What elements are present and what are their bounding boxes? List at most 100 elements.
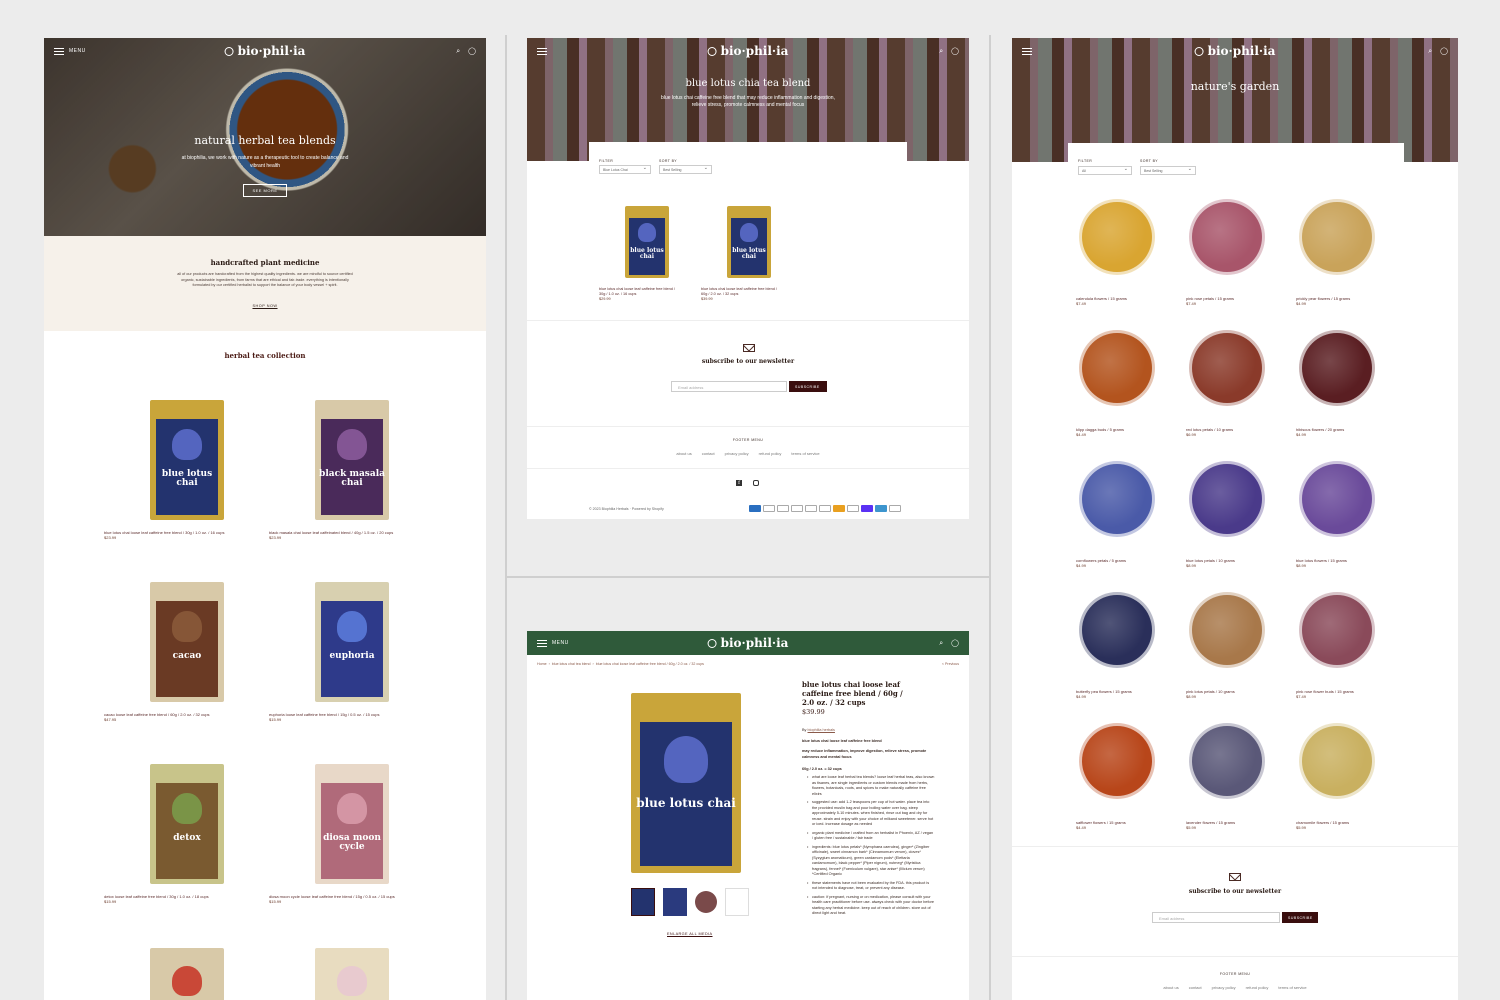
product-image[interactable] — [150, 948, 224, 1000]
site-logo[interactable]: bio·phil·ia — [707, 636, 788, 650]
enlarge-media-button[interactable]: ENLARGE ALL MEDIA — [667, 932, 713, 936]
product-card[interactable]: euphoria loose leaf caffeine free blend … — [269, 712, 379, 722]
herb-image[interactable] — [1192, 202, 1262, 272]
cart-icon[interactable]: ◯ — [951, 47, 959, 56]
footer-link[interactable]: contact — [1189, 985, 1202, 990]
menu-label[interactable]: MENU — [69, 48, 86, 54]
product-card[interactable]: red lotus petals / 10 grams $6.99 — [1186, 427, 1233, 437]
footer-link[interactable]: refund policy — [1246, 985, 1269, 990]
footer-link[interactable]: privacy policy — [725, 451, 749, 456]
vendor-link[interactable]: biophilia herbals — [808, 728, 835, 732]
herb-image[interactable] — [1082, 202, 1152, 272]
breadcrumb-home[interactable]: Home — [537, 662, 547, 666]
shop-now-button[interactable]: SHOP NOW — [44, 304, 486, 308]
footer-link[interactable]: about us — [676, 451, 691, 456]
see-more-button[interactable]: SEE MORE — [243, 184, 287, 197]
product-card[interactable]: detox loose leaf caffeine free blend / 3… — [104, 894, 209, 904]
search-icon[interactable]: ⌕ — [456, 47, 460, 56]
footer-link[interactable]: contact — [702, 451, 715, 456]
filter-select[interactable]: All — [1078, 166, 1132, 175]
product-card[interactable]: butterfly pea flowers / 15 grams $4.99 — [1076, 689, 1132, 699]
cart-icon[interactable]: ◯ — [468, 47, 476, 56]
herb-image[interactable] — [1082, 333, 1152, 403]
product-card[interactable]: cacao loose leaf caffeine free blend / 6… — [104, 712, 210, 722]
instagram-icon[interactable] — [753, 480, 759, 486]
product-card[interactable]: pink rose flower buds / 15 grams $7.49 — [1296, 689, 1354, 699]
herb-image[interactable] — [1192, 726, 1262, 796]
product-card[interactable]: hibiscus flowers / 20 grams $4.99 — [1296, 427, 1344, 437]
email-input[interactable]: Email address — [1152, 912, 1280, 923]
herb-image[interactable] — [1302, 726, 1372, 796]
product-card[interactable]: lavender flowers / 15 grams $5.99 — [1186, 820, 1235, 830]
menu-icon[interactable] — [54, 47, 64, 55]
footer-link[interactable]: terms of service — [791, 451, 819, 456]
herb-image[interactable] — [1082, 464, 1152, 534]
product-card[interactable]: blue lotus chai loose leaf caffeine free… — [599, 287, 675, 302]
email-input[interactable]: Email address — [671, 381, 787, 392]
product-image[interactable] — [315, 948, 389, 1000]
herb-image[interactable] — [1302, 464, 1372, 534]
herb-image[interactable] — [1082, 595, 1152, 665]
product-image[interactable]: detox — [150, 764, 224, 884]
product-card[interactable]: calendula flowers / 15 grams $7.49 — [1076, 296, 1127, 306]
product-card[interactable]: blue lotus chai loose leaf caffeine free… — [104, 530, 224, 540]
product-card[interactable]: pink rose petals / 15 grams $7.49 — [1186, 296, 1234, 306]
product-image[interactable]: blue lotus chai — [727, 206, 771, 278]
thumbnail-3[interactable] — [695, 891, 717, 913]
previous-link[interactable]: < Previous — [942, 662, 959, 666]
footer-link[interactable]: refund policy — [759, 451, 782, 456]
product-image[interactable]: black masala chai — [315, 400, 389, 520]
site-logo[interactable]: bio·phil·ia — [224, 44, 305, 58]
herb-image[interactable] — [1302, 333, 1372, 403]
product-image[interactable]: euphoria — [315, 582, 389, 702]
product-card[interactable]: black masala chai loose leaf caffeinated… — [269, 530, 393, 540]
product-card[interactable]: blue lotus petals / 10 grams $8.99 — [1186, 558, 1235, 568]
herb-image[interactable] — [1192, 595, 1262, 665]
herb-image[interactable] — [1302, 202, 1372, 272]
herb-image[interactable] — [1302, 595, 1372, 665]
product-image[interactable]: blue lotus chai — [150, 400, 224, 520]
thumbnail-1[interactable] — [631, 888, 655, 916]
menu-label[interactable]: MENU — [552, 640, 569, 646]
thumbnail-4[interactable] — [725, 888, 749, 916]
search-icon[interactable]: ⌕ — [939, 639, 943, 648]
herb-image[interactable] — [1192, 333, 1262, 403]
menu-icon[interactable] — [1022, 47, 1032, 55]
sort-select[interactable]: Best Selling — [1140, 166, 1196, 175]
product-image[interactable]: blue lotus chai — [625, 206, 669, 278]
thumbnail-2[interactable] — [663, 888, 687, 916]
product-card[interactable]: cornflowers petals / 5 grams $4.99 — [1076, 558, 1126, 568]
product-card[interactable]: diosa moon cycle loose leaf caffeine fre… — [269, 894, 395, 904]
subscribe-button[interactable]: SUBSCRIBE — [789, 381, 827, 392]
product-card[interactable]: safflower flowers / 15 grams $4.49 — [1076, 820, 1126, 830]
product-card[interactable]: pink lotus petals / 10 grams $8.99 — [1186, 689, 1235, 699]
herb-image[interactable] — [1082, 726, 1152, 796]
product-main-image[interactable]: blue lotus chai — [631, 693, 741, 873]
product-image[interactable]: cacao — [150, 582, 224, 702]
menu-icon[interactable] — [537, 639, 547, 647]
breadcrumb-collection[interactable]: blue lotus chai tea blend — [552, 662, 591, 666]
herb-image[interactable] — [1192, 464, 1262, 534]
product-image[interactable]: diosa moon cycle — [315, 764, 389, 884]
menu-icon[interactable] — [537, 47, 547, 55]
product-card[interactable]: blue lotus flowers / 15 grams $8.99 — [1296, 558, 1347, 568]
product-card[interactable]: blue lotus chai loose leaf caffeine free… — [701, 287, 777, 302]
filter-select[interactable]: Blue Lotus Chai — [599, 165, 651, 174]
subscribe-button[interactable]: SUBSCRIBE — [1282, 912, 1318, 923]
product-card[interactable]: prickly pear flowers / 15 grams $4.99 — [1296, 296, 1350, 306]
site-logo[interactable]: bio·phil·ia — [1194, 44, 1275, 58]
footer-link[interactable]: about us — [1163, 985, 1178, 990]
facebook-icon[interactable]: f — [736, 480, 742, 486]
description-bullet: • what are loose leaf herbal tea blends? … — [807, 775, 935, 796]
hero-title: natural herbal tea blends — [194, 134, 336, 147]
product-card[interactable]: klipp dagga buds / 5 grams $4.49 — [1076, 427, 1124, 437]
footer-link[interactable]: privacy policy — [1212, 985, 1236, 990]
search-icon[interactable]: ⌕ — [939, 47, 943, 56]
cart-icon[interactable]: ◯ — [1440, 47, 1448, 56]
footer-link[interactable]: terms of service — [1278, 985, 1306, 990]
sort-select[interactable]: Best Selling — [659, 165, 712, 174]
site-logo[interactable]: bio·phil·ia — [707, 44, 788, 58]
search-icon[interactable]: ⌕ — [1428, 47, 1432, 56]
cart-icon[interactable]: ◯ — [951, 639, 959, 648]
product-card[interactable]: chamomile flowers / 15 grams $5.99 — [1296, 820, 1349, 830]
